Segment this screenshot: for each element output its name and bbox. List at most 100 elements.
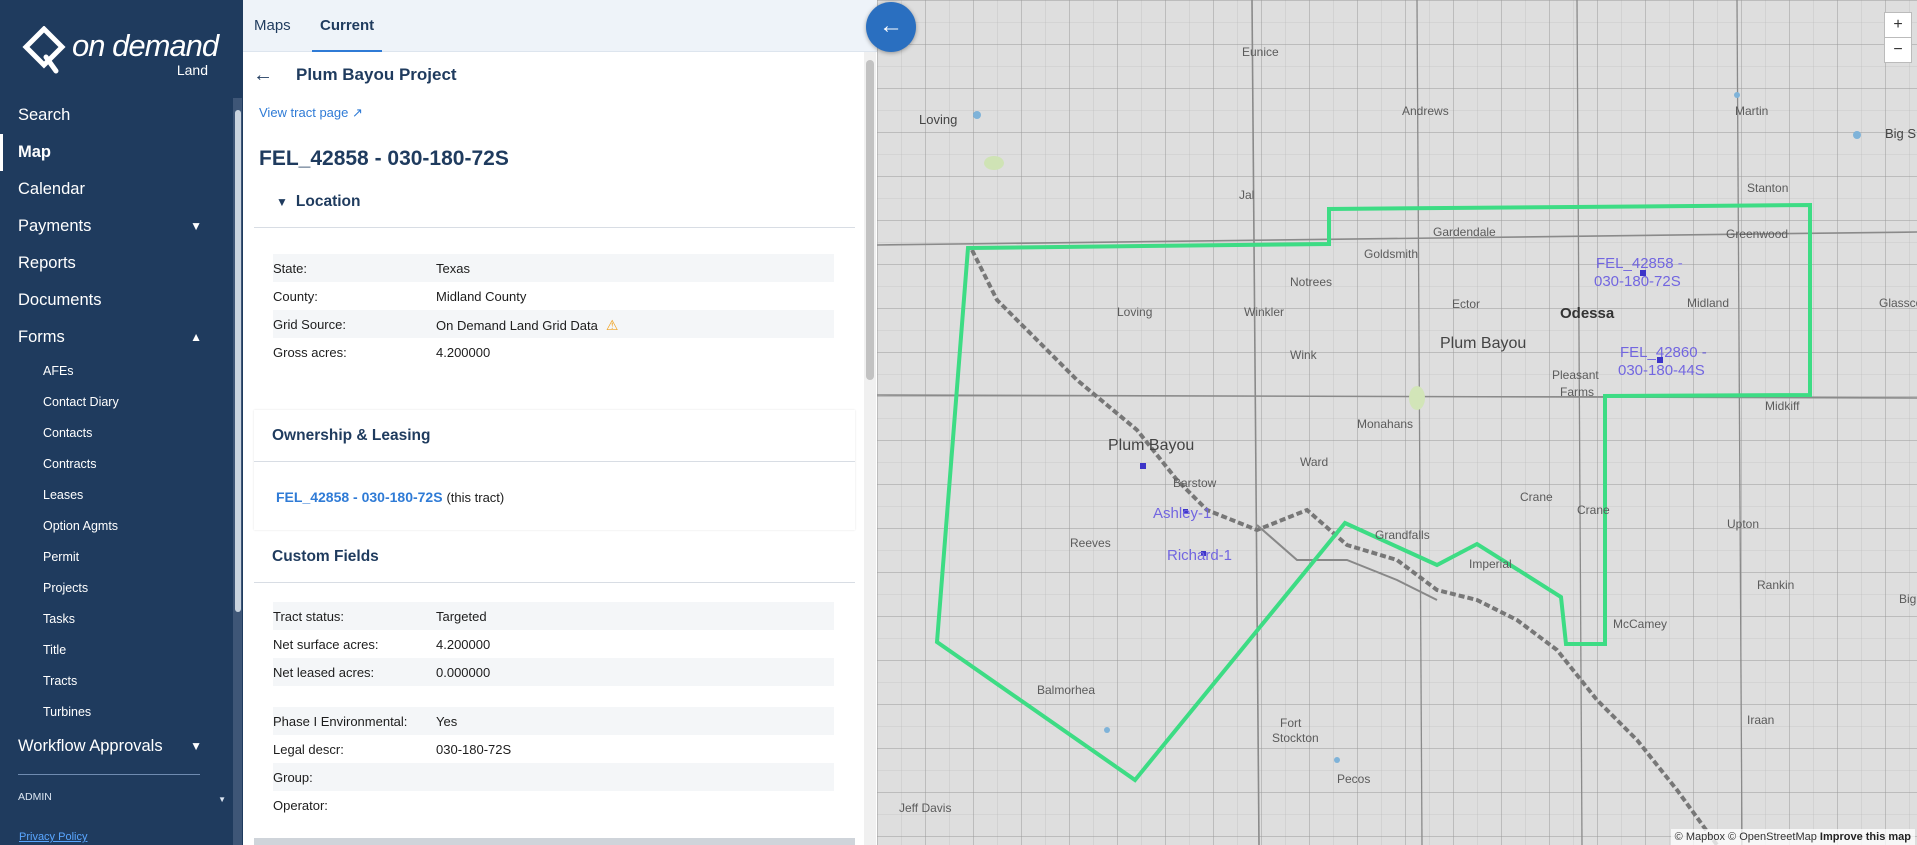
privacy-policy-link[interactable]: Privacy Policy xyxy=(19,831,87,843)
map-label: Grandfalls xyxy=(1375,528,1430,542)
sub-item-permit[interactable]: Permit xyxy=(0,542,232,573)
field-value: Texas xyxy=(436,261,470,276)
owned-tract-link[interactable]: FEL_42858 - 030-180-72S (this tract) xyxy=(276,489,504,505)
tract-title: FEL_42858 - 030-180-72S xyxy=(259,147,509,170)
logo[interactable]: on demand Land xyxy=(22,25,219,78)
nav-item-documents[interactable]: Documents xyxy=(0,282,232,319)
tab-current[interactable]: Current xyxy=(312,0,383,52)
warning-icon[interactable]: ⚠ xyxy=(606,317,619,334)
map-label: McCamey xyxy=(1613,617,1668,631)
nav-item-map[interactable]: Map xyxy=(0,134,232,171)
field-value: On Demand Land Grid Data ⚠ xyxy=(436,317,618,334)
map-label: Goldsmith xyxy=(1364,247,1419,261)
nav-item-workflow-approvals[interactable]: Workflow Approvals ▼ xyxy=(0,728,232,765)
kv-row-group: Group: xyxy=(273,763,834,791)
map-label: Pleasant xyxy=(1552,368,1599,382)
sub-item-afes[interactable]: AFEs xyxy=(0,356,232,387)
section-title: Ownership & Leasing xyxy=(272,427,431,444)
sub-item-option-agmts[interactable]: Option Agmts xyxy=(0,511,232,542)
sub-item-title[interactable]: Title xyxy=(0,635,232,666)
back-arrow-icon[interactable]: ← xyxy=(253,64,273,87)
arrow-left-icon: ← xyxy=(879,12,903,39)
kv-row-net-surface-acres: Net surface acres: 4.200000 xyxy=(273,630,834,658)
kv-row-grid-source: Grid Source: On Demand Land Grid Data ⚠ xyxy=(273,310,834,338)
well-label[interactable]: 030-180-44S xyxy=(1618,362,1705,379)
field-value: Targeted xyxy=(436,609,487,624)
map-label: Iraan xyxy=(1747,713,1775,727)
location-section-header[interactable]: ▼ Location xyxy=(254,176,855,228)
chevron-up-icon: ▲ xyxy=(190,330,202,344)
well-label[interactable]: FEL_42860 - xyxy=(1620,344,1707,361)
section-title: Custom Fields xyxy=(272,548,379,565)
map-label: Odessa xyxy=(1560,305,1615,322)
field-value: 030-180-72S xyxy=(436,742,512,757)
kv-row-net-leased-acres: Net leased acres: 0.000000 xyxy=(273,658,834,686)
view-tract-link[interactable]: View tract page ↗ xyxy=(259,105,363,121)
field-value: Midland County xyxy=(436,289,527,304)
map-attribution: © Mapbox © OpenStreetMap Improve this ma… xyxy=(1670,829,1915,845)
nav-label: Payments xyxy=(18,217,92,235)
map-label: Reeves xyxy=(1070,536,1111,550)
sub-item-contacts[interactable]: Contacts xyxy=(0,418,232,449)
mapbox-attribution-link[interactable]: © Mapbox xyxy=(1675,831,1725,843)
field-label: Grid Source: xyxy=(273,317,346,332)
field-label: Net surface acres: xyxy=(273,637,379,652)
sub-item-contact-diary[interactable]: Contact Diary xyxy=(0,387,232,418)
nav-item-payments[interactable]: Payments ▼ xyxy=(0,208,232,245)
nav-item-calendar[interactable]: Calendar xyxy=(0,171,232,208)
map-label: Balmorhea xyxy=(1037,683,1096,697)
field-value: 4.200000 xyxy=(436,345,491,360)
improve-map-link[interactable]: Improve this map xyxy=(1820,831,1911,843)
panel-scrollbar-thumb[interactable] xyxy=(866,60,874,380)
kv-row-state: State: Texas xyxy=(273,254,834,282)
map-label: Pecos xyxy=(1337,772,1371,786)
chevron-down-icon: ▼ xyxy=(218,795,226,804)
map-label: Midkiff xyxy=(1765,399,1800,413)
zoom-in-button[interactable]: + xyxy=(1884,12,1912,38)
admin-menu[interactable]: ADMIN ▼ xyxy=(0,791,232,804)
sub-item-projects[interactable]: Projects xyxy=(0,573,232,604)
map-label: Notrees xyxy=(1290,275,1333,289)
sub-item-leases[interactable]: Leases xyxy=(0,480,232,511)
map-view[interactable]: Eunice Loving Andrews Martin Big S Stant… xyxy=(877,0,1917,845)
well-label[interactable]: 030-180-72S xyxy=(1594,273,1681,290)
detail-panel: Maps Current ← Plum Bayou Project View t… xyxy=(243,0,877,845)
view-tract-label: View tract page xyxy=(259,105,349,120)
sidebar-scrollbar-thumb[interactable] xyxy=(235,110,241,612)
field-label: Net leased acres: xyxy=(273,665,375,680)
custom-fields-section-header: Custom Fields xyxy=(254,531,855,583)
sub-item-turbines[interactable]: Turbines xyxy=(0,697,232,728)
field-value: 0.000000 xyxy=(436,665,491,680)
nav-item-forms[interactable]: Forms ▲ xyxy=(0,319,232,356)
well-label[interactable]: Richard-1 xyxy=(1167,547,1232,564)
well-label[interactable]: Ashley-1 xyxy=(1153,505,1211,522)
map-label: Fort xyxy=(1280,716,1302,730)
tab-maps[interactable]: Maps xyxy=(254,0,291,52)
osm-attribution-link[interactable]: © OpenStreetMap xyxy=(1728,831,1817,843)
sub-item-tasks[interactable]: Tasks xyxy=(0,604,232,635)
kv-row-tract-status: Tract status: Targeted xyxy=(273,602,834,630)
well-label[interactable]: FEL_42858 - xyxy=(1596,255,1683,272)
sub-item-contracts[interactable]: Contracts xyxy=(0,449,232,480)
zoom-out-button[interactable]: − xyxy=(1884,37,1912,63)
map-label: Gardendale xyxy=(1433,225,1496,239)
nav-item-reports[interactable]: Reports xyxy=(0,245,232,282)
kv-row-operator: Operator: xyxy=(273,791,834,819)
field-value: 4.200000 xyxy=(436,637,491,652)
field-label: Operator: xyxy=(273,798,328,813)
field-value: Yes xyxy=(436,714,458,729)
nav-label: Search xyxy=(18,106,71,124)
map-label: Stanton xyxy=(1747,181,1789,195)
collapse-panel-button[interactable]: ← xyxy=(866,2,916,52)
grid-source-value: On Demand Land Grid Data xyxy=(436,318,598,333)
map-label: Rankin xyxy=(1757,578,1795,592)
sub-item-tracts[interactable]: Tracts xyxy=(0,666,232,697)
nav-label: Documents xyxy=(18,291,102,309)
field-label: Tract status: xyxy=(273,609,345,624)
nav-item-search[interactable]: Search xyxy=(0,97,232,134)
map-label: Imperial xyxy=(1469,557,1512,571)
this-tract-note: (this tract) xyxy=(446,490,505,505)
map-label: Ector xyxy=(1452,297,1481,311)
external-link-icon: ↗ xyxy=(352,105,363,120)
horizontal-scrollbar[interactable] xyxy=(254,838,855,845)
